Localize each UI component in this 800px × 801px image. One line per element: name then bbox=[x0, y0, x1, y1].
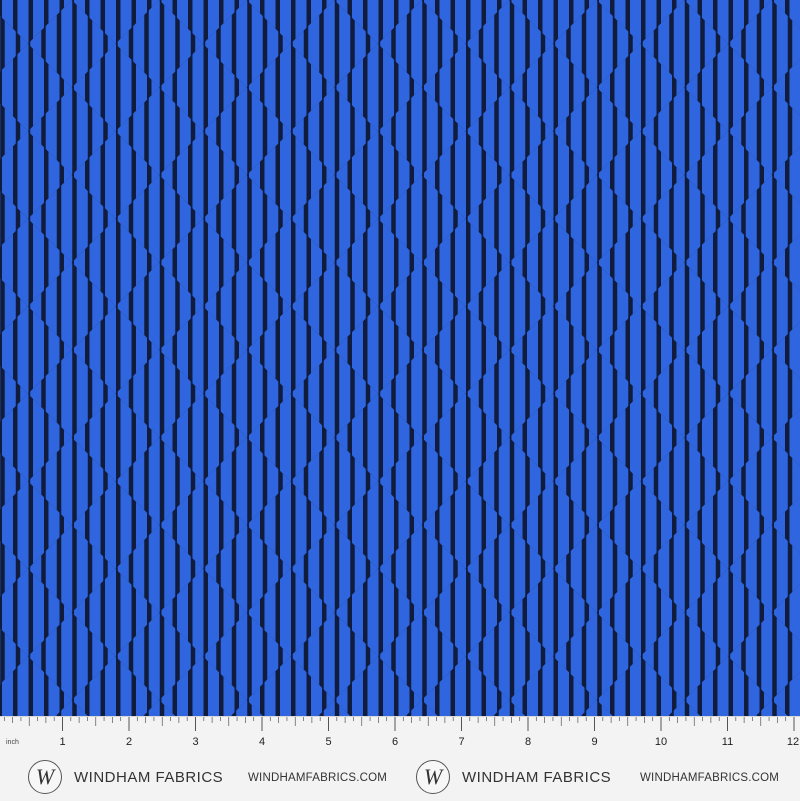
ruler-number: 9 bbox=[591, 737, 597, 748]
ruler-number: 10 bbox=[655, 737, 667, 748]
ruler-number: 11 bbox=[722, 737, 733, 748]
ruler-strip: inch 123456789101112 W WINDHAM FABRICS W… bbox=[0, 716, 800, 801]
ruler-unit-label: inch bbox=[6, 739, 19, 746]
brand-url: WINDHAMFABRICS.COM bbox=[640, 772, 779, 784]
brand-left: W WINDHAM FABRICS bbox=[28, 759, 223, 795]
brand-name: WINDHAM FABRICS bbox=[462, 769, 611, 786]
ruler-number: 3 bbox=[192, 737, 198, 748]
ruler-number: 7 bbox=[458, 737, 464, 748]
brand-name: WINDHAM FABRICS bbox=[74, 769, 223, 786]
fabric-pattern bbox=[0, 0, 800, 716]
ruler-number: 1 bbox=[59, 737, 65, 748]
brand-right: W WINDHAM FABRICS bbox=[416, 759, 611, 795]
fabric-swatch-image: inch 123456789101112 W WINDHAM FABRICS W… bbox=[0, 0, 800, 800]
ruler-number: 12 bbox=[787, 737, 799, 748]
brand-url: WINDHAMFABRICS.COM bbox=[248, 772, 387, 784]
ruler-number: 8 bbox=[525, 737, 531, 748]
windham-logo-icon: W bbox=[28, 760, 62, 794]
windham-logo-icon: W bbox=[416, 760, 450, 794]
ruler-number: 4 bbox=[259, 737, 265, 748]
ruler-number: 6 bbox=[392, 737, 398, 748]
ruler-number: 5 bbox=[325, 737, 331, 748]
ruler-number: 2 bbox=[126, 737, 132, 748]
